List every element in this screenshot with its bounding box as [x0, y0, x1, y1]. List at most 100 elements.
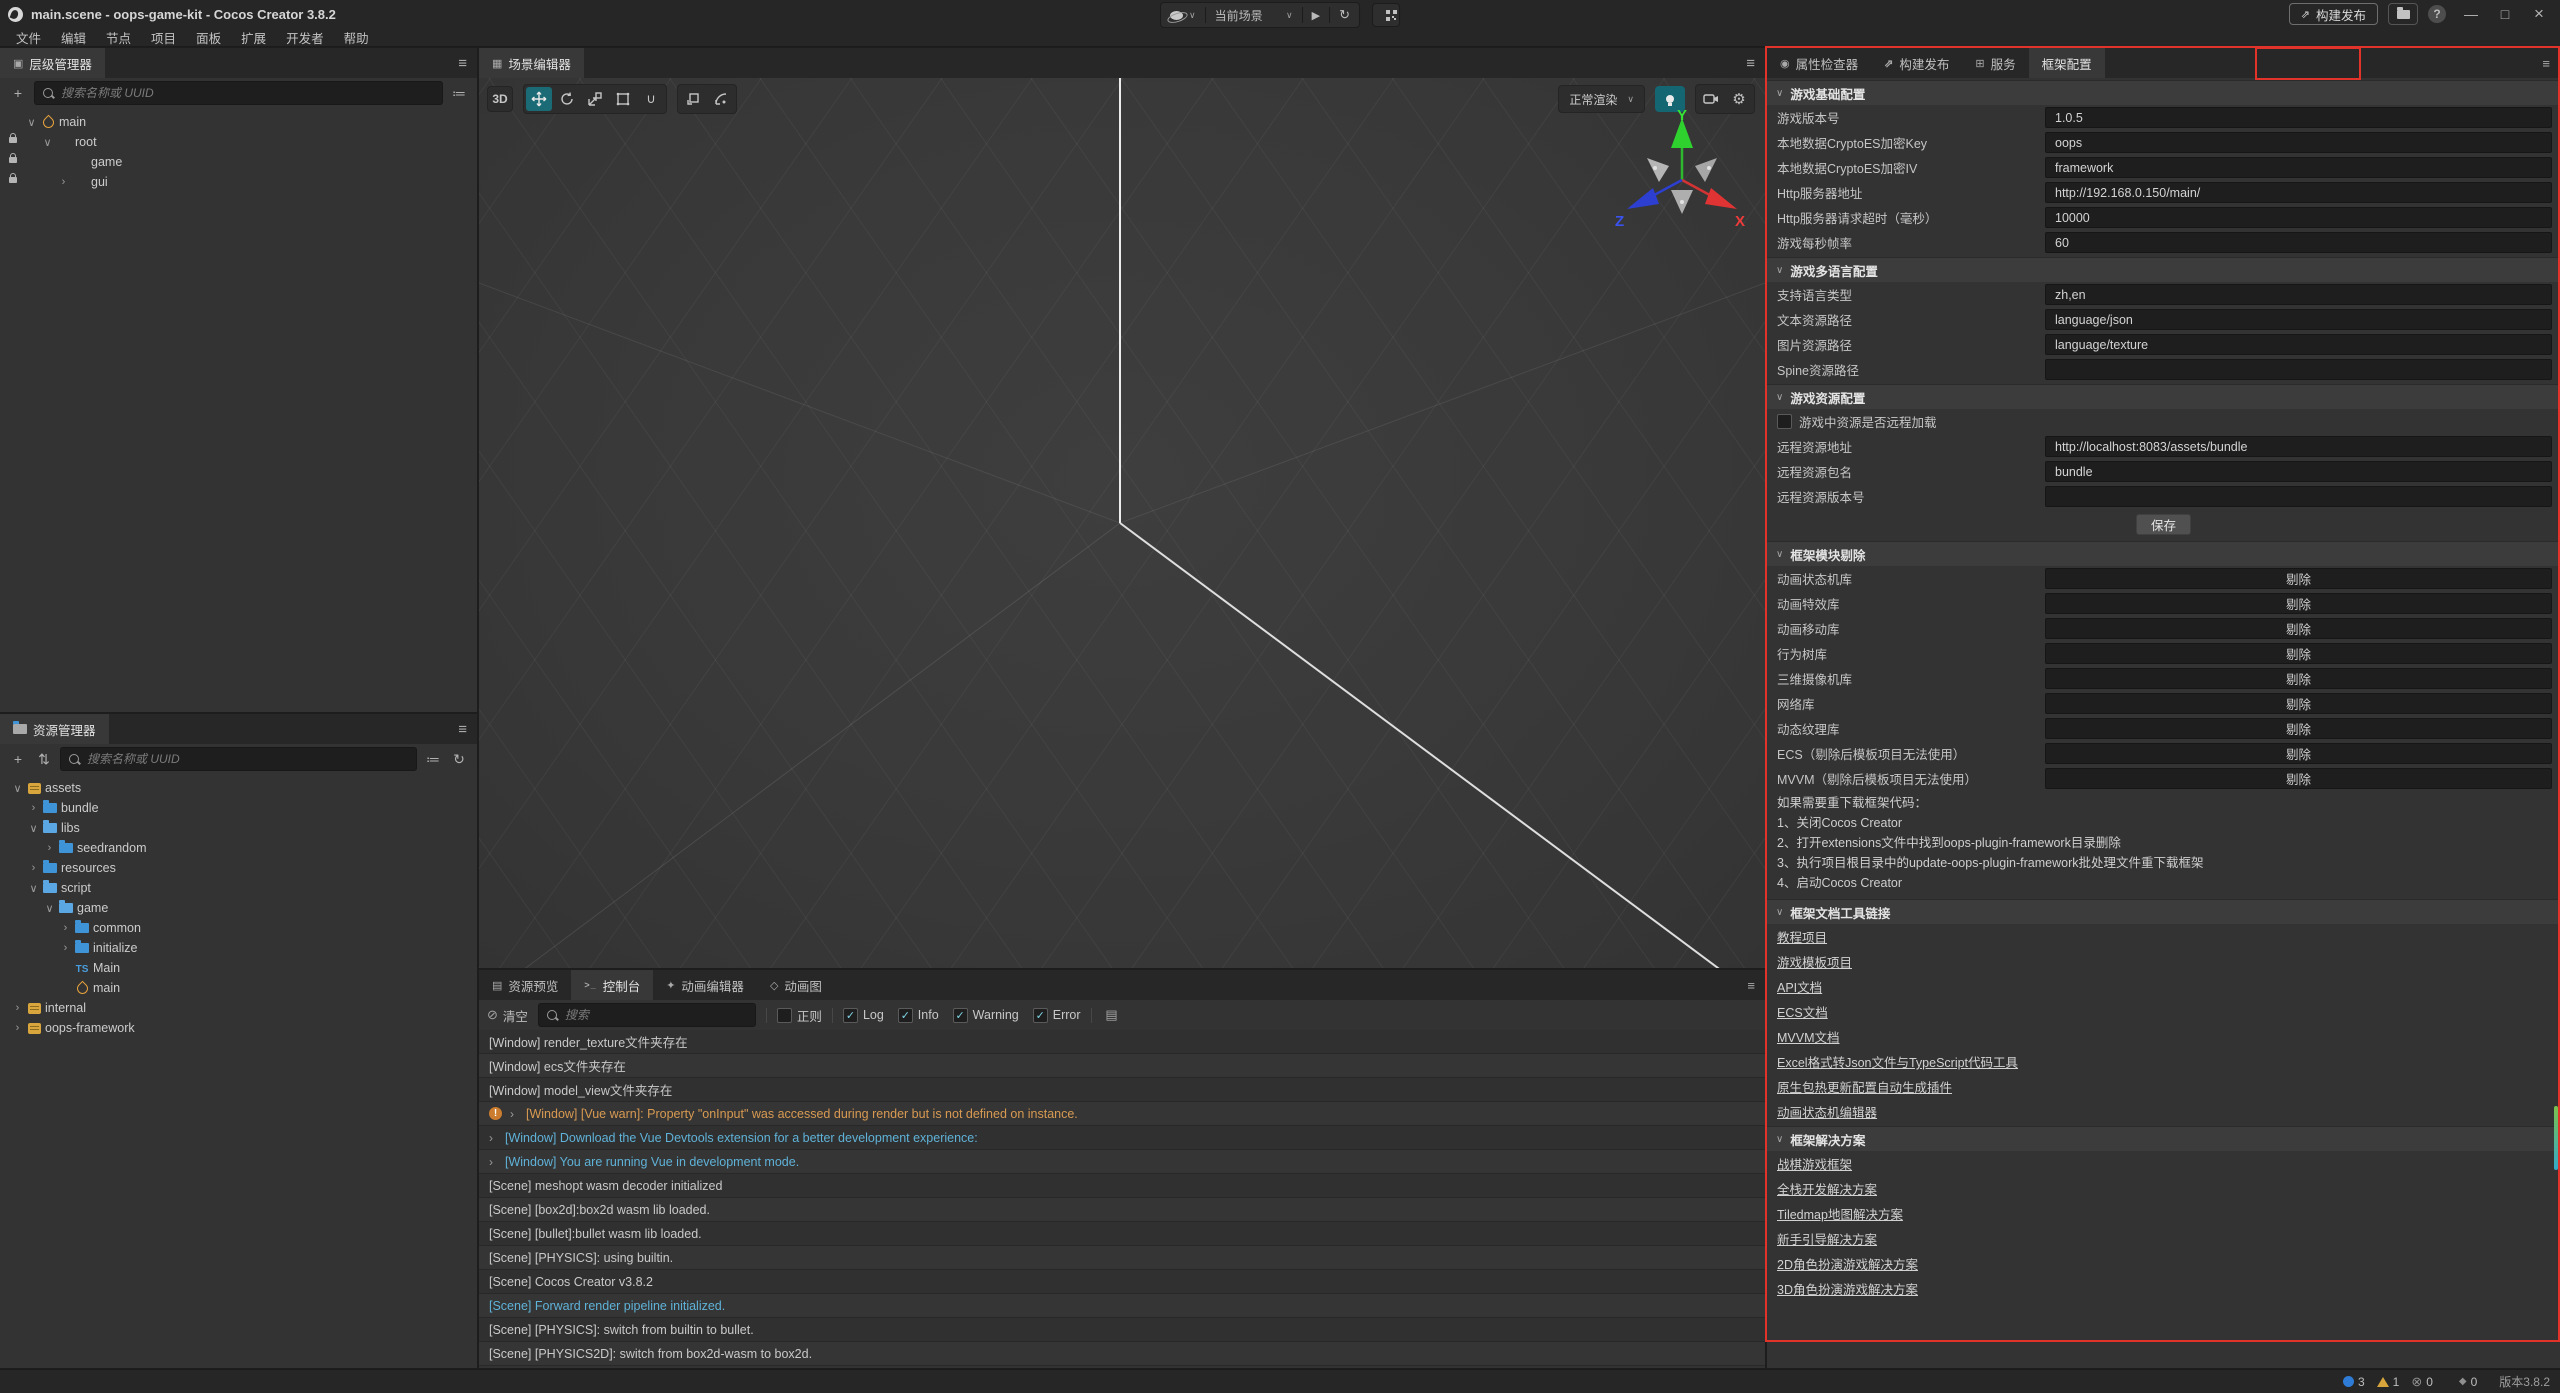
log-row[interactable]: [Scene] [PHYSICS]: switch from builtin t…: [479, 1318, 1765, 1342]
menu-item[interactable]: 扩展: [231, 28, 276, 47]
tree-node[interactable]: Main: [0, 958, 477, 978]
expand-arrow-icon[interactable]: ›: [58, 942, 73, 954]
field-input[interactable]: language/texture: [2045, 334, 2552, 355]
log-row[interactable]: [Scene] Forward render pipeline initiali…: [479, 1294, 1765, 1318]
doc-link[interactable]: 游戏模板项目: [1777, 952, 1852, 971]
expand-arrow-icon[interactable]: ›: [56, 176, 71, 188]
tree-node[interactable]: › internal: [0, 998, 477, 1018]
doc-link[interactable]: Excel格式转Json文件与TypeScript代码工具: [1777, 1052, 2018, 1071]
field-input[interactable]: oops: [2045, 132, 2552, 153]
tab-scene-editor[interactable]: 场景编辑器: [479, 48, 584, 78]
log-row[interactable]: [Scene] [bullet]:bullet wasm lib loaded.: [479, 1222, 1765, 1246]
maximize-button[interactable]: □: [2490, 2, 2520, 26]
console-tab[interactable]: 动画编辑器: [653, 970, 757, 1000]
scene-select[interactable]: 当前场景 ∨: [1206, 3, 1302, 27]
expand-arrow-icon[interactable]: ∨: [26, 882, 41, 895]
expand-arrow-icon[interactable]: ›: [58, 922, 73, 934]
tree-node[interactable]: game: [0, 152, 477, 172]
remove-module-button[interactable]: 剔除: [2045, 593, 2552, 614]
doc-link[interactable]: 教程项目: [1777, 927, 1827, 946]
tree-node[interactable]: › oops-framework: [0, 1018, 477, 1038]
tree-node[interactable]: ∨ root: [0, 132, 477, 152]
panel-menu-icon[interactable]: ≡: [458, 48, 467, 78]
sort-assets-button[interactable]: ⇅: [34, 748, 54, 770]
status-other-count[interactable]: ◆ 0: [2459, 1375, 2477, 1389]
build-publish-button[interactable]: ⇗ 构建发布: [2289, 3, 2378, 25]
solution-link[interactable]: 新手引导解决方案: [1777, 1229, 1877, 1248]
field-input[interactable]: framework: [2045, 157, 2552, 178]
menu-item[interactable]: 面板: [186, 28, 231, 47]
remove-module-button[interactable]: 剔除: [2045, 668, 2552, 689]
inspector-tab[interactable]: 框架配置: [2029, 48, 2105, 78]
remove-module-button[interactable]: 剔除: [2045, 618, 2552, 639]
solution-link[interactable]: 全栈开发解决方案: [1777, 1179, 1877, 1198]
scrollbar-thumb[interactable]: [2554, 1106, 2558, 1170]
assets-search-input[interactable]: [85, 751, 408, 767]
status-error-count[interactable]: ⊗ 0: [2411, 1374, 2433, 1390]
expand-arrow-icon[interactable]: ∨: [42, 902, 57, 915]
menu-item[interactable]: 帮助: [334, 28, 379, 47]
field-input[interactable]: [2045, 359, 2552, 380]
log-row[interactable]: [Window] render_texture文件夹存在: [479, 1030, 1765, 1054]
mode-3d-button[interactable]: 3D: [487, 86, 513, 112]
expand-arrow-icon[interactable]: ∨: [24, 116, 39, 129]
solution-link[interactable]: 2D角色扮演游戏解决方案: [1777, 1254, 1918, 1273]
checkbox-icon[interactable]: [1777, 414, 1792, 429]
scene-viewport[interactable]: 3D ∪: [479, 78, 1765, 968]
expand-arrow-icon[interactable]: [489, 1155, 503, 1169]
regex-checkbox[interactable]: 正则: [777, 1006, 822, 1025]
close-button[interactable]: ×: [2524, 2, 2554, 26]
filter-button[interactable]: ≔: [449, 82, 469, 104]
section-game-language[interactable]: ∨ 游戏多语言配置: [1767, 257, 2560, 282]
field-input[interactable]: [2045, 486, 2552, 507]
expand-arrow-icon[interactable]: ∨: [26, 822, 41, 835]
tree-node[interactable]: ∨ game: [0, 898, 477, 918]
tab-assets[interactable]: 资源管理器: [0, 714, 109, 744]
create-node-button[interactable]: +: [8, 82, 28, 104]
console-tab[interactable]: 资源预览: [479, 970, 571, 1000]
section-solutions[interactable]: ∨ 框架解决方案: [1767, 1126, 2560, 1151]
section-doc-links[interactable]: ∨ 框架文档工具链接: [1767, 899, 2560, 924]
doc-link[interactable]: API文档: [1777, 977, 1822, 996]
rotate-tool-button[interactable]: [554, 87, 580, 111]
inspector-tab[interactable]: 服务: [1962, 48, 2028, 78]
log-filter-checkbox[interactable]: Log: [843, 1008, 884, 1023]
status-warning-count[interactable]: 1: [2377, 1375, 2400, 1389]
field-input[interactable]: zh,en: [2045, 284, 2552, 305]
log-row[interactable]: [Scene] meshopt wasm decoder initialized: [479, 1174, 1765, 1198]
console-tab[interactable]: 控制台: [571, 970, 653, 1000]
inspector-tab[interactable]: 构建发布: [1871, 48, 1962, 78]
doc-link[interactable]: 动画状态机编辑器: [1777, 1102, 1877, 1121]
expand-arrow-icon[interactable]: ›: [26, 862, 41, 874]
expand-arrow-icon[interactable]: ∨: [40, 136, 55, 149]
log-file-button[interactable]: ▤: [1102, 1004, 1122, 1026]
tree-node[interactable]: ∨ assets: [0, 778, 477, 798]
remove-module-button[interactable]: 剔除: [2045, 768, 2552, 789]
reload-button[interactable]: ↻: [1330, 3, 1359, 27]
menu-item[interactable]: 编辑: [51, 28, 96, 47]
log-row[interactable]: [Window] Download the Vue Devtools exten…: [479, 1126, 1765, 1150]
preview-target-button[interactable]: ∨: [1161, 3, 1205, 27]
log-row[interactable]: [Scene] [box2d]:box2d wasm lib loaded.: [479, 1198, 1765, 1222]
tree-node[interactable]: › bundle: [0, 798, 477, 818]
log-filter-checkbox[interactable]: Error: [1033, 1008, 1081, 1023]
panel-menu-icon[interactable]: ≡: [458, 714, 467, 744]
log-row[interactable]: [Scene] [PHYSICS2D]: switch from box2d-w…: [479, 1342, 1765, 1366]
doc-link[interactable]: 原生包热更新配置自动生成插件: [1777, 1077, 1952, 1096]
solution-link[interactable]: 战棋游戏框架: [1777, 1154, 1852, 1173]
tree-node[interactable]: › seedrandom: [0, 838, 477, 858]
preview-qr-button[interactable]: [1372, 3, 1400, 27]
tree-node[interactable]: ∨ script: [0, 878, 477, 898]
tree-node[interactable]: › gui: [0, 172, 477, 192]
tab-hierarchy[interactable]: 层级管理器: [0, 48, 105, 78]
doc-link[interactable]: MVVM文档: [1777, 1027, 1840, 1046]
field-input[interactable]: 1.0.5: [2045, 107, 2552, 128]
log-row[interactable]: [Scene] Cocos Creator v3.8.2: [479, 1270, 1765, 1294]
tree-node[interactable]: › common: [0, 918, 477, 938]
rotation-snap-button[interactable]: [708, 87, 734, 111]
log-filter-checkbox[interactable]: Warning: [953, 1008, 1019, 1023]
remove-module-button[interactable]: 剔除: [2045, 693, 2552, 714]
log-row[interactable]: [Window] You are running Vue in developm…: [479, 1150, 1765, 1174]
play-button[interactable]: ▶: [1303, 3, 1329, 27]
help-button[interactable]: ?: [2428, 5, 2446, 23]
